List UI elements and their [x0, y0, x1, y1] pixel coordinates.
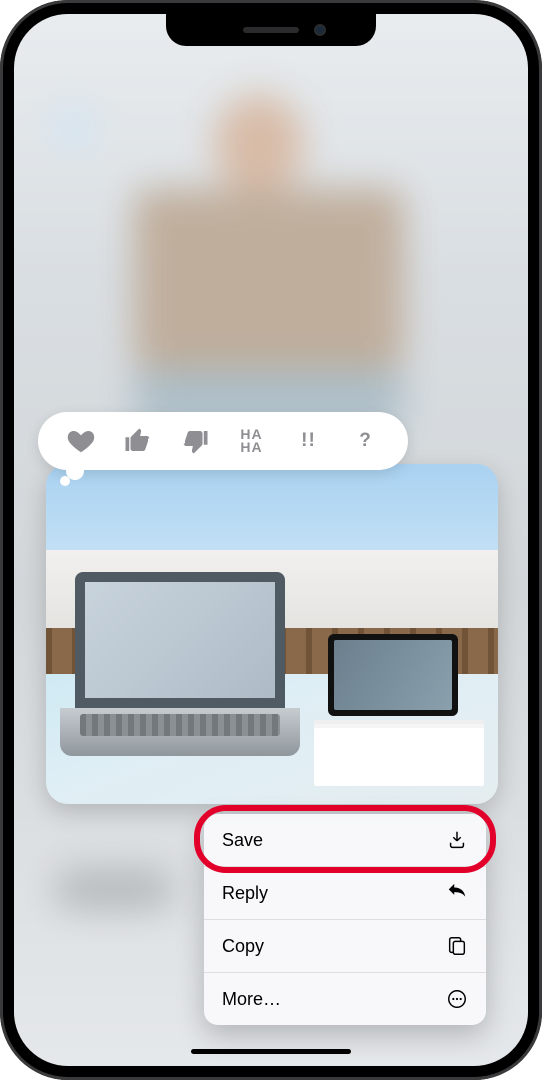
notch — [166, 14, 376, 46]
heart-icon — [66, 426, 96, 456]
thumbs-down-icon — [180, 426, 210, 456]
menu-save[interactable]: Save — [204, 814, 486, 866]
photo-papers — [314, 728, 484, 786]
reply-icon — [446, 882, 468, 904]
front-camera — [314, 24, 326, 36]
tapback-bar: HA HA !! ? — [38, 412, 408, 470]
tapback-question[interactable]: ? — [349, 424, 383, 458]
tapback-heart[interactable] — [64, 424, 98, 458]
context-menu: Save Reply Copy More… — [204, 814, 486, 1025]
message-photo[interactable] — [46, 464, 498, 804]
home-indicator[interactable] — [191, 1049, 351, 1054]
tapback-thumbs-down[interactable] — [178, 424, 212, 458]
menu-reply[interactable]: Reply — [204, 866, 486, 919]
menu-more-label: More… — [222, 989, 281, 1010]
menu-copy-label: Copy — [222, 936, 264, 957]
tapback-haha[interactable]: HA HA — [235, 424, 269, 458]
photo-tablet — [328, 634, 458, 716]
thumbs-up-icon — [123, 426, 153, 456]
menu-save-label: Save — [222, 830, 263, 851]
question-icon: ? — [359, 434, 372, 447]
tapback-emphasis[interactable]: !! — [292, 424, 326, 458]
download-icon — [446, 829, 468, 851]
screen: HA HA !! ? — [14, 14, 528, 1066]
emphasis-icon: !! — [301, 434, 316, 447]
menu-reply-label: Reply — [222, 883, 268, 904]
menu-more[interactable]: More… — [204, 972, 486, 1025]
speaker-grille — [243, 27, 299, 33]
tapback-thumbs-up[interactable] — [121, 424, 155, 458]
iphone-frame: HA HA !! ? — [0, 0, 542, 1080]
menu-copy[interactable]: Copy — [204, 919, 486, 972]
copy-icon — [446, 935, 468, 957]
more-icon — [446, 988, 468, 1010]
photo-laptop — [60, 572, 300, 772]
haha-icon: HA HA — [240, 428, 262, 455]
